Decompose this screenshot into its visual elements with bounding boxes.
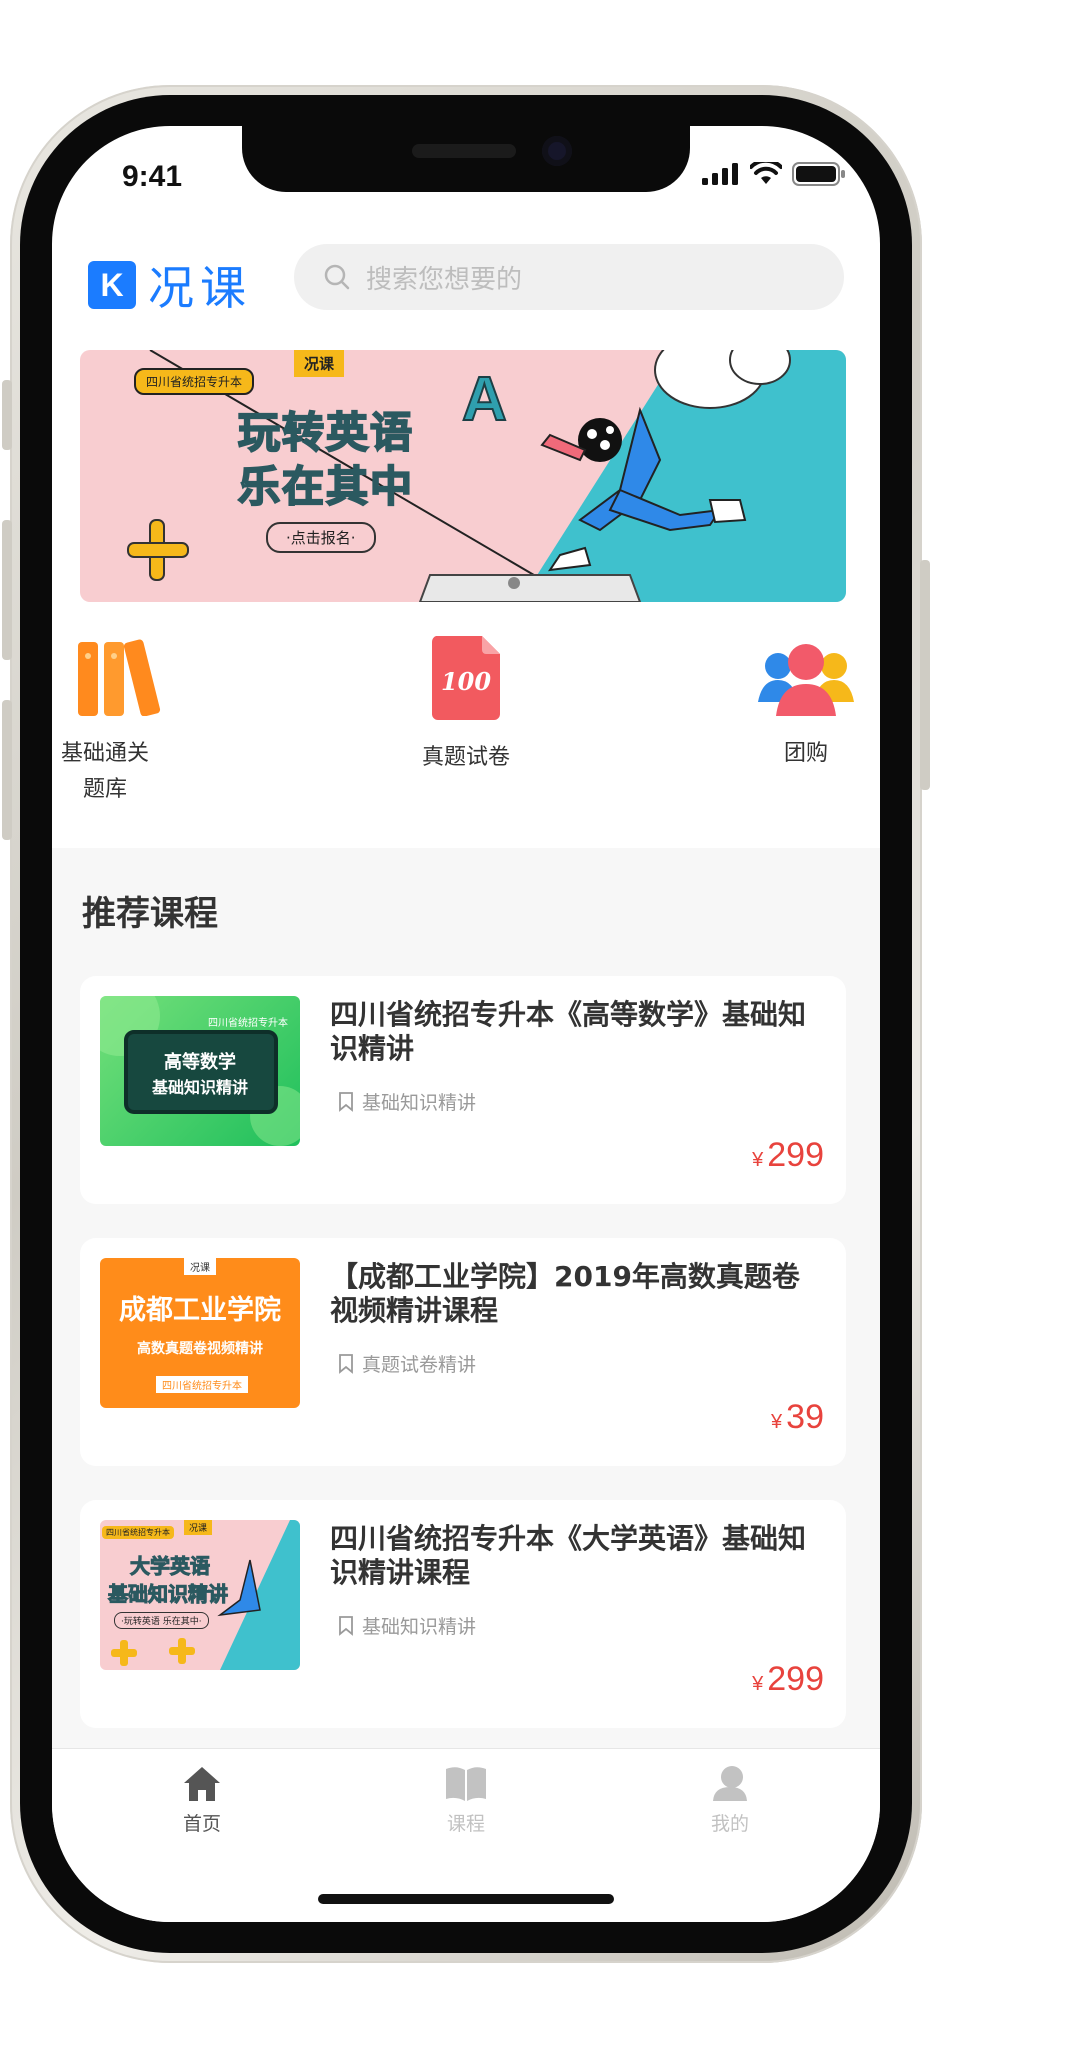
price-value: 39 [786, 1398, 824, 1436]
bookmark-icon [339, 1091, 353, 1112]
battery-icon [792, 162, 845, 186]
speaker-grille [412, 144, 516, 158]
course-card[interactable]: 况课 成都工业学院 高数真题卷视频精讲 四川省统招专升本 【成都工业学院】201… [80, 1238, 846, 1466]
category-label: 团购 [783, 741, 828, 766]
course-thumbnail: 况课 成都工业学院 高数真题卷视频精讲 四川省统招专升本 [100, 1258, 300, 1408]
svg-text:A: A [462, 365, 507, 434]
user-icon [713, 1766, 747, 1801]
thumbnail-brand: 况课 [184, 1520, 213, 1535]
books-icon [78, 639, 161, 716]
course-tag-label: 基础知识精讲 [362, 1092, 477, 1114]
group-buy-icon [758, 644, 854, 716]
section-title: 推荐课程 [82, 894, 218, 934]
bookmark-icon [339, 1615, 353, 1636]
volume-down-button [2, 700, 12, 840]
front-camera [542, 136, 572, 166]
notch [242, 126, 690, 192]
banner-title-line2: 乐在其中 [237, 461, 415, 512]
course-price: ¥299 [752, 1136, 824, 1175]
search-icon [324, 264, 350, 290]
thumbnail-line2: 基础知识精讲 [108, 1582, 229, 1607]
currency-symbol: ¥ [771, 1411, 783, 1433]
status-icons [702, 162, 846, 186]
thumbnail-line2: 基础知识精讲 [151, 1078, 248, 1097]
course-thumbnail: 四川省统招专升本 高等数学 基础知识精讲 [100, 996, 300, 1146]
course-tag: 基础知识精讲 [338, 1612, 476, 1639]
exam-paper-icon: 100 [431, 636, 500, 720]
tab-courses[interactable]: 课程 [396, 1765, 536, 1836]
category-past-exams[interactable]: 100 真题试卷 [386, 636, 546, 776]
bookmark-icon [339, 1353, 353, 1374]
book-icon [446, 1767, 486, 1801]
category-label: 基础通关 题库 [60, 741, 149, 802]
svg-text:100: 100 [441, 667, 491, 696]
tab-label: 首页 [182, 1813, 221, 1835]
app-screen: 9:41 K 况课 搜索您想要的 A 四川省统招专升本 况课 玩转英语 乐在其中… [52, 126, 880, 1922]
app-logo[interactable]: K 况课 [88, 252, 252, 318]
currency-symbol: ¥ [752, 1149, 764, 1171]
search-placeholder: 搜索您想要的 [366, 264, 523, 295]
home-icon [184, 1767, 220, 1801]
course-price: ¥39 [771, 1398, 824, 1437]
mute-switch [2, 380, 12, 450]
search-bar[interactable]: 搜索您想要的 [294, 244, 844, 310]
wifi-icon [750, 162, 782, 184]
course-thumbnail: 四川省统招专升本 况课 大学英语 基础知识精讲 ·玩转英语 乐在其中· [100, 1520, 300, 1670]
thumbnail-line1: 高等数学 [164, 1052, 236, 1073]
thumbnail-footer: 四川省统招专升本 [156, 1376, 248, 1393]
thumbnail-line1: 成都工业学院 [119, 1295, 281, 1326]
thumbnail-line2: 高数真题卷视频精讲 [137, 1341, 263, 1357]
category-group-buy[interactable]: 团购 [726, 636, 880, 772]
tab-label: 课程 [446, 1813, 485, 1835]
banner-brand: 况课 [294, 350, 345, 377]
promo-banner[interactable]: A 四川省统招专升本 况课 玩转英语 乐在其中 ·点击报名· [80, 350, 846, 602]
course-tag-label: 真题试卷精讲 [362, 1354, 477, 1376]
tab-home[interactable]: 首页 [132, 1765, 272, 1836]
thumbnail-cta: ·玩转英语 乐在其中· [114, 1612, 209, 1629]
thumbnail-header: 四川省统招专升本 [102, 1526, 174, 1539]
status-time: 9:41 [122, 160, 183, 193]
course-tag: 基础知识精讲 [338, 1088, 476, 1115]
power-button [920, 560, 930, 790]
banner-signup-button[interactable]: ·点击报名· [266, 522, 376, 553]
currency-symbol: ¥ [752, 1673, 764, 1695]
volume-up-button [2, 520, 12, 660]
price-value: 299 [767, 1136, 824, 1174]
home-indicator[interactable] [318, 1894, 614, 1904]
course-card[interactable]: 四川省统招专升本 高等数学 基础知识精讲 四川省统招专升本《高等数学》基础知识精… [80, 976, 846, 1204]
tab-label: 我的 [710, 1813, 749, 1835]
logo-badge: K [88, 261, 136, 309]
thumbnail-brand: 况课 [184, 1258, 216, 1275]
course-title: 【成都工业学院】2019年高数真题卷视频精讲课程 [330, 1260, 800, 1327]
thumbnail-header: 四川省统招专升本 [208, 1018, 288, 1029]
banner-title: 玩转英语 乐在其中 [237, 406, 438, 514]
signal-icon [702, 163, 738, 185]
price-value: 299 [767, 1660, 824, 1698]
course-tag-label: 基础知识精讲 [362, 1616, 477, 1638]
banner-tag: 四川省统招专升本 [134, 368, 255, 395]
category-basic-question-bank[interactable]: 基础通关 题库 [54, 636, 214, 808]
tab-profile[interactable]: 我的 [660, 1765, 800, 1836]
course-card[interactable]: 四川省统招专升本 况课 大学英语 基础知识精讲 ·玩转英语 乐在其中· 四川省统… [80, 1500, 846, 1728]
course-title: 四川省统招专升本《高等数学》基础知识精讲 [330, 998, 807, 1065]
banner-title-line1: 玩转英语 [237, 407, 415, 458]
category-label: 真题试卷 [421, 745, 510, 770]
logo-text: 况课 [148, 261, 252, 315]
course-tag: 真题试卷精讲 [338, 1350, 476, 1377]
course-title: 四川省统招专升本《大学英语》基础知识精讲课程 [330, 1522, 807, 1589]
thumbnail-line1: 大学英语 [130, 1554, 211, 1579]
course-price: ¥299 [752, 1660, 824, 1699]
